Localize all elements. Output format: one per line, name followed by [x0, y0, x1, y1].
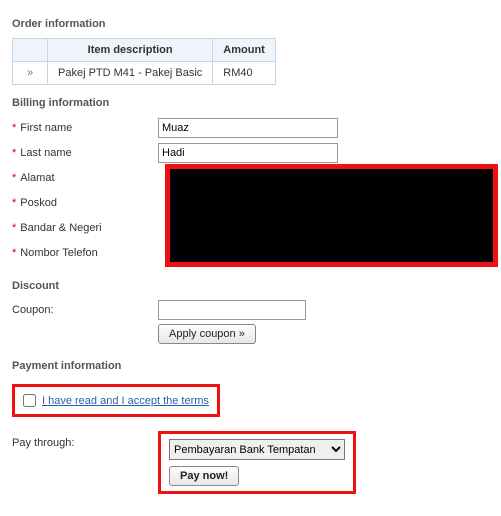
redacted-block — [165, 164, 498, 267]
last-name-input[interactable] — [158, 143, 338, 163]
order-col-arrow — [13, 39, 48, 62]
pay-now-button[interactable]: Pay now! — [169, 466, 239, 486]
first-name-label: *First name — [12, 122, 158, 134]
phone-label: *Nombor Telefon — [12, 247, 158, 259]
pay-through-label: Pay through: — [12, 431, 158, 449]
row-arrow: » — [13, 62, 48, 85]
pay-highlight: Pembayaran Bank Tempatan Pay now! — [158, 431, 356, 494]
poskod-label: *Poskod — [12, 197, 158, 209]
order-col-item: Item description — [48, 39, 213, 62]
terms-checkbox[interactable] — [23, 394, 36, 407]
bandar-label: *Bandar & Negeri — [12, 222, 158, 234]
order-info-title: Order information — [12, 18, 489, 30]
terms-link[interactable]: I have read and I accept the terms — [42, 395, 209, 407]
terms-highlight: I have read and I accept the terms — [12, 384, 220, 417]
coupon-label: Coupon: — [12, 304, 158, 316]
payment-info-title: Payment information — [12, 360, 489, 372]
coupon-input[interactable] — [158, 300, 306, 320]
first-name-input[interactable] — [158, 118, 338, 138]
order-table: Item description Amount » Pakej PTD M41 … — [12, 38, 276, 85]
apply-coupon-button[interactable]: Apply coupon » — [158, 324, 256, 344]
order-col-amount: Amount — [213, 39, 276, 62]
table-row: » Pakej PTD M41 - Pakej Basic RM40 — [13, 62, 276, 85]
pay-method-select[interactable]: Pembayaran Bank Tempatan — [169, 439, 345, 460]
row-item: Pakej PTD M41 - Pakej Basic — [48, 62, 213, 85]
row-amount: RM40 — [213, 62, 276, 85]
billing-info-title: Billing information — [12, 97, 489, 109]
last-name-label: *Last name — [12, 147, 158, 159]
discount-title: Discount — [12, 280, 489, 292]
alamat-label: *Alamat — [12, 172, 158, 184]
